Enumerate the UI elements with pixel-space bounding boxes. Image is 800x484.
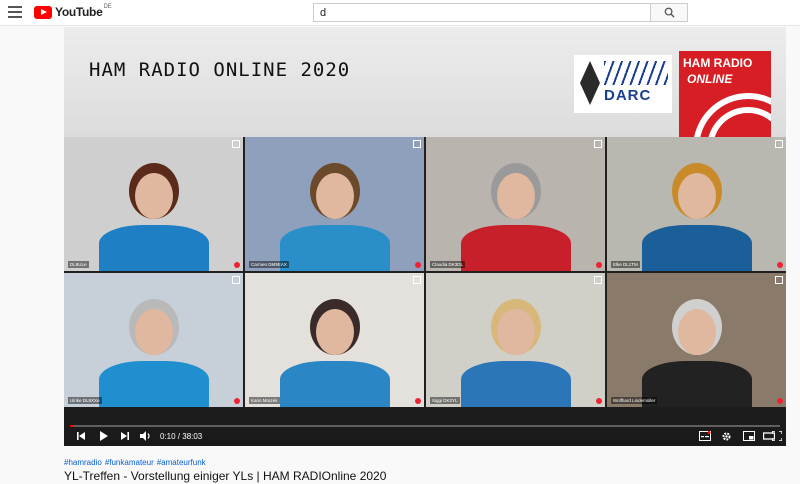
- youtube-play-icon: [34, 5, 52, 19]
- mic-muted-icon: [234, 398, 240, 404]
- expand-tile-icon[interactable]: [594, 140, 602, 148]
- participant-name-label: DL8ULe: [68, 261, 89, 268]
- settings-button[interactable]: [721, 431, 732, 445]
- ham-radio-sub-text: ONLINE: [687, 72, 733, 86]
- hamburger-menu-icon[interactable]: [8, 6, 22, 18]
- next-button[interactable]: [120, 431, 130, 444]
- fullscreen-button[interactable]: [771, 430, 783, 444]
- video-title: YL-Treffen - Vorstellung einiger YLs | H…: [64, 469, 387, 483]
- participant-tile[interactable]: Elke DL1TM: [607, 137, 786, 271]
- video-player[interactable]: HAM RADIO ONLINE 2020 DARC HAM RADIO ONL…: [64, 27, 786, 446]
- participant-name-label: Elke DL1TM: [611, 261, 640, 268]
- next-icon: [121, 432, 129, 440]
- subtitles-button[interactable]: [699, 431, 711, 444]
- expand-tile-icon[interactable]: [413, 276, 421, 284]
- participant-shirt: [460, 361, 571, 407]
- darc-text: DARC: [604, 87, 652, 104]
- country-code: DE: [103, 4, 112, 10]
- darc-logo: DARC: [574, 55, 672, 113]
- mic-muted-icon: [415, 262, 421, 268]
- participant-shirt: [641, 225, 752, 271]
- participant-tile[interactable]: Ulrike DL9XXe: [64, 273, 243, 407]
- video-header-banner: HAM RADIO ONLINE 2020 DARC HAM RADIO ONL…: [64, 27, 786, 150]
- expand-tile-icon[interactable]: [232, 140, 240, 148]
- hashtag-link[interactable]: #hamradio: [64, 458, 102, 467]
- participant-face: [677, 173, 716, 219]
- participant-tile[interactable]: DL8ULe: [64, 137, 243, 271]
- participant-tile[interactable]: Wolfhard Lindemüller: [607, 273, 786, 407]
- previous-icon: [77, 432, 85, 440]
- participant-shirt: [460, 225, 571, 271]
- expand-tile-icon[interactable]: [775, 140, 783, 148]
- search-icon: [664, 7, 675, 18]
- participant-shirt: [98, 225, 209, 271]
- ham-radio-text: HAM RADIO: [683, 56, 753, 70]
- mic-muted-icon: [777, 398, 783, 404]
- participant-face: [496, 173, 535, 219]
- fullscreen-icon: [771, 430, 783, 442]
- search-button[interactable]: [651, 3, 688, 22]
- participant-shirt: [641, 361, 752, 407]
- subtitles-icon: [699, 431, 711, 441]
- play-icon: [100, 431, 108, 441]
- participant-face: [315, 173, 354, 219]
- participant-tile[interactable]: Carmen DM9EAX: [245, 137, 424, 271]
- play-button[interactable]: [99, 431, 109, 444]
- participant-shirt: [98, 361, 209, 407]
- participant-face: [134, 173, 173, 219]
- volume-button[interactable]: [140, 431, 151, 444]
- darc-stripes: [604, 61, 668, 85]
- progress-bar[interactable]: [70, 425, 780, 427]
- participant-face: [134, 309, 173, 355]
- time-display: 0:10 / 38:03: [160, 432, 203, 441]
- player-controls: 0:10 / 38:03: [64, 407, 786, 446]
- participant-tile[interactable]: Claudia DK3DL: [426, 137, 605, 271]
- expand-tile-icon[interactable]: [775, 276, 783, 284]
- participant-face: [677, 309, 716, 355]
- miniplayer-button[interactable]: [743, 431, 755, 444]
- participant-name-label: Karin Mrazek: [249, 397, 280, 404]
- hashtag-link[interactable]: #funkamateur: [105, 458, 154, 467]
- miniplayer-icon: [743, 431, 755, 441]
- youtube-wordmark: YouTube: [55, 5, 103, 19]
- participant-name-label: Claudia DK3DL: [430, 261, 466, 268]
- previous-button[interactable]: [76, 431, 86, 444]
- expand-tile-icon[interactable]: [413, 140, 421, 148]
- participant-name-label: Ulrike DL9XXe: [68, 397, 102, 404]
- participant-tile[interactable]: Karin Mrazek: [245, 273, 424, 407]
- darc-diamond-icon: [580, 61, 600, 105]
- participant-shirt: [279, 225, 390, 271]
- expand-tile-icon[interactable]: [232, 276, 240, 284]
- participant-shirt: [279, 361, 390, 407]
- video-frame-title: HAM RADIO ONLINE 2020: [89, 59, 351, 81]
- video-call-grid: DL8ULe Carmen DM9EAX Claudia DK3DL Elke DL1…: [64, 137, 786, 407]
- mic-muted-icon: [777, 262, 783, 268]
- search-input[interactable]: [313, 3, 651, 22]
- participant-face: [496, 309, 535, 355]
- mic-muted-icon: [596, 262, 602, 268]
- participant-tile[interactable]: Siggi DK2YL: [426, 273, 605, 407]
- video-info: #hamradio #funkamateur #amateurfunk YL-Tre…: [64, 458, 786, 483]
- participant-name-label: Siggi DK2YL: [430, 397, 460, 404]
- mic-muted-icon: [234, 262, 240, 268]
- mic-muted-icon: [415, 398, 421, 404]
- youtube-logo[interactable]: YouTube DE: [34, 4, 112, 19]
- progress-fill: [70, 425, 73, 427]
- participant-name-label: Wolfhard Lindemüller: [611, 397, 658, 404]
- hashtag-row: #hamradio #funkamateur #amateurfunk: [64, 458, 786, 467]
- hashtag-link[interactable]: #amateurfunk: [157, 458, 206, 467]
- mic-muted-icon: [596, 398, 602, 404]
- gear-icon: [722, 432, 731, 441]
- volume-icon: [140, 431, 150, 441]
- ham-radio-online-logo: HAM RADIO ONLINE: [679, 51, 771, 150]
- participant-face: [315, 309, 354, 355]
- expand-tile-icon[interactable]: [594, 276, 602, 284]
- top-bar: YouTube DE: [0, 0, 800, 26]
- participant-name-label: Carmen DM9EAX: [249, 261, 289, 268]
